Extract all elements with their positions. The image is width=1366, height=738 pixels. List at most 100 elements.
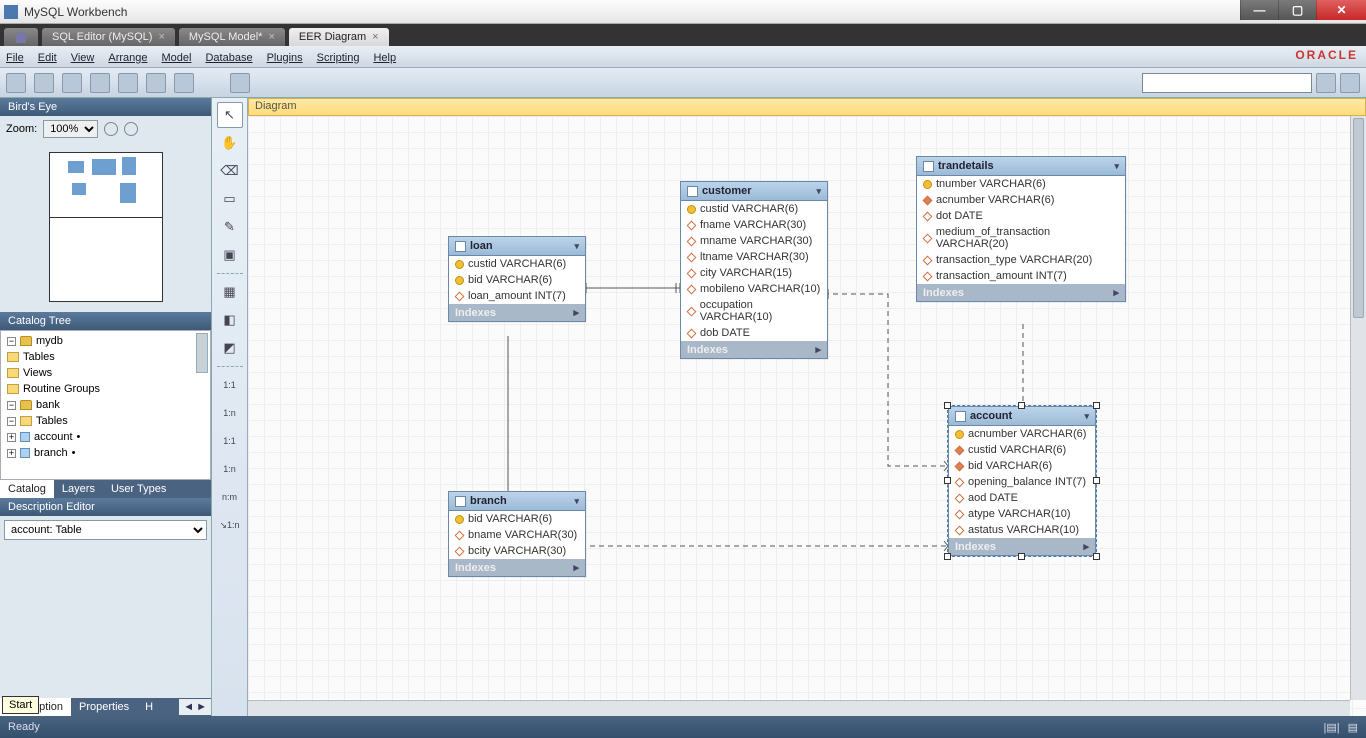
tree-folder-tables[interactable]: Tables <box>36 413 68 429</box>
tree-folder-routines[interactable]: Routine Groups <box>23 381 100 397</box>
table-tool[interactable]: ▦ <box>217 279 243 305</box>
tree-db-mydb[interactable]: mydb <box>36 333 63 349</box>
desc-object-select[interactable]: account: Table <box>4 520 207 540</box>
align-button[interactable] <box>174 73 194 93</box>
expander-icon[interactable]: + <box>7 449 16 458</box>
tab-layers[interactable]: Layers <box>54 480 103 498</box>
rel-place-tool[interactable]: ↘1:n <box>217 512 243 538</box>
birdseye-preview[interactable] <box>0 142 211 312</box>
rel-1-n-tool[interactable]: 1:n <box>217 400 243 426</box>
collapse-icon[interactable]: ▾ <box>574 241 579 252</box>
selection-handle[interactable] <box>1093 553 1100 560</box>
tab-close-icon[interactable]: × <box>372 31 378 43</box>
tab-catalog[interactable]: Catalog <box>0 480 54 498</box>
tree-folder-tables[interactable]: Tables <box>23 349 55 365</box>
expander-icon[interactable]: − <box>7 417 16 426</box>
selection-handle[interactable] <box>944 553 951 560</box>
tab-history[interactable]: H <box>137 698 161 716</box>
indexes-label[interactable]: Indexes <box>455 307 496 319</box>
expander-icon[interactable]: − <box>7 337 16 346</box>
tab-properties[interactable]: Properties <box>71 698 137 716</box>
collapse-icon[interactable]: ▾ <box>574 496 579 507</box>
maximize-button[interactable]: ▢ <box>1278 0 1316 20</box>
menu-database[interactable]: Database <box>205 50 252 64</box>
rel-1-n-id-tool[interactable]: 1:n <box>217 456 243 482</box>
menu-arrange[interactable]: Arrange <box>108 50 147 64</box>
zoom-in-icon[interactable] <box>104 122 118 136</box>
new-file-button[interactable] <box>6 73 26 93</box>
status-icon[interactable]: ▤ <box>1348 721 1358 734</box>
tab-usertypes[interactable]: User Types <box>103 480 174 498</box>
selection-handle[interactable] <box>944 477 951 484</box>
note-tool[interactable]: ✎ <box>217 214 243 240</box>
view-tool[interactable]: ◧ <box>217 307 243 333</box>
nav-left-icon[interactable]: ◄ <box>183 701 194 713</box>
catalog-scrollbar[interactable] <box>196 333 208 373</box>
rel-1-1-tool[interactable]: 1:1 <box>217 372 243 398</box>
tree-db-bank[interactable]: bank <box>36 397 60 413</box>
eer-diagram-tab[interactable]: EER Diagram× <box>289 28 389 46</box>
menu-file[interactable]: File <box>6 50 24 64</box>
image-tool[interactable]: ▣ <box>217 242 243 268</box>
collapse-icon[interactable]: ▾ <box>816 186 821 197</box>
indexes-label[interactable]: Indexes <box>455 562 496 574</box>
entity-loan[interactable]: loan▾ custid VARCHAR(6) bid VARCHAR(6) l… <box>448 236 586 322</box>
layer-tool[interactable]: ▭ <box>217 186 243 212</box>
diagram-canvas[interactable]: loan▾ custid VARCHAR(6) bid VARCHAR(6) l… <box>248 116 1366 716</box>
close-button[interactable]: ✕ <box>1316 0 1366 20</box>
export-button[interactable] <box>230 73 250 93</box>
redo-button[interactable] <box>118 73 138 93</box>
entity-branch[interactable]: branch▾ bid VARCHAR(6) bname VARCHAR(30)… <box>448 491 586 577</box>
menu-edit[interactable]: Edit <box>38 50 57 64</box>
routine-tool[interactable]: ◩ <box>217 335 243 361</box>
zoom-select[interactable]: 100% <box>43 120 98 138</box>
horizontal-scrollbar[interactable] <box>248 700 1350 716</box>
nav-right-icon[interactable]: ► <box>196 701 207 713</box>
entity-trandetails[interactable]: trandetails▾ tnumber VARCHAR(6) acnumber… <box>916 156 1126 302</box>
mysql-model-tab[interactable]: MySQL Model*× <box>179 28 285 46</box>
collapse-icon[interactable]: ▾ <box>1114 161 1119 172</box>
selection-handle[interactable] <box>1093 477 1100 484</box>
zoom-out-icon[interactable] <box>124 122 138 136</box>
catalog-tree[interactable]: −mydb Tables Views Routine Groups −bank … <box>0 330 211 480</box>
tree-table-account[interactable]: account <box>34 429 73 445</box>
search-button[interactable] <box>1316 73 1336 93</box>
indexes-label[interactable]: Indexes <box>955 541 996 553</box>
tab-close-icon[interactable]: × <box>158 31 164 43</box>
indexes-label[interactable]: Indexes <box>687 344 728 356</box>
sql-editor-tab[interactable]: SQL Editor (MySQL)× <box>42 28 175 46</box>
menu-help[interactable]: Help <box>373 50 396 64</box>
tree-table-branch[interactable]: branch <box>34 445 68 461</box>
expander-icon[interactable]: + <box>7 433 16 442</box>
tree-folder-views[interactable]: Views <box>23 365 52 381</box>
selection-handle[interactable] <box>1018 402 1025 409</box>
menu-scripting[interactable]: Scripting <box>317 50 360 64</box>
minimize-button[interactable]: — <box>1240 0 1278 20</box>
menu-view[interactable]: View <box>71 50 95 64</box>
search-options-button[interactable] <box>1340 73 1360 93</box>
menu-plugins[interactable]: Plugins <box>267 50 303 64</box>
selection-handle[interactable] <box>944 402 951 409</box>
tab-close-icon[interactable]: × <box>268 31 274 43</box>
open-file-button[interactable] <box>34 73 54 93</box>
undo-button[interactable] <box>90 73 110 93</box>
indexes-label[interactable]: Indexes <box>923 287 964 299</box>
rel-n-m-tool[interactable]: n:m <box>217 484 243 510</box>
eraser-tool[interactable]: ⌫ <box>217 158 243 184</box>
selection-handle[interactable] <box>1093 402 1100 409</box>
status-icon[interactable]: |▤| <box>1323 721 1339 734</box>
search-input[interactable] <box>1142 73 1312 93</box>
collapse-icon[interactable]: ▾ <box>1084 411 1089 422</box>
grid-button[interactable] <box>146 73 166 93</box>
save-button[interactable] <box>62 73 82 93</box>
rel-1-1-id-tool[interactable]: 1:1 <box>217 428 243 454</box>
entity-customer[interactable]: customer▾ custid VARCHAR(6) fname VARCHA… <box>680 181 828 359</box>
home-tab[interactable] <box>4 28 38 46</box>
menu-model[interactable]: Model <box>162 50 192 64</box>
expander-icon[interactable]: − <box>7 401 16 410</box>
pointer-tool[interactable]: ↖ <box>217 102 243 128</box>
hand-tool[interactable]: ✋ <box>217 130 243 156</box>
entity-account[interactable]: account▾ acnumber VARCHAR(6) custid VARC… <box>948 406 1096 556</box>
selection-handle[interactable] <box>1018 553 1025 560</box>
vertical-scrollbar[interactable] <box>1350 116 1366 700</box>
